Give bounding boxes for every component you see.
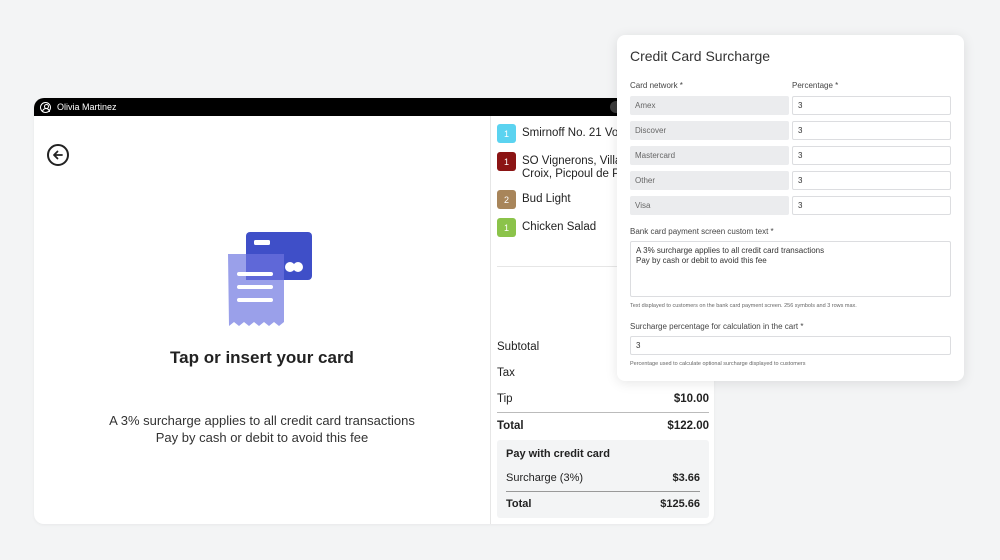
card-total-row: Total $125.66 bbox=[506, 498, 700, 510]
network-name: Visa bbox=[630, 196, 789, 215]
credit-card-surcharge-settings: Credit Card Surcharge Card network * Per… bbox=[617, 35, 964, 381]
surcharge-row-other: Other bbox=[630, 171, 951, 190]
total-row: Total $122.00 bbox=[497, 412, 709, 438]
calc-percentage-label: Surcharge percentage for calculation in … bbox=[630, 322, 804, 331]
percentage-input[interactable] bbox=[792, 121, 951, 140]
tax-label: Tax bbox=[497, 367, 515, 379]
surcharge-row-mastercard: Mastercard bbox=[630, 146, 951, 165]
surcharge-value: $3.66 bbox=[672, 472, 700, 484]
settings-title: Credit Card Surcharge bbox=[630, 48, 771, 64]
percentage-input[interactable] bbox=[792, 96, 951, 115]
percentage-input[interactable] bbox=[792, 171, 951, 190]
surcharge-row-amex: Amex bbox=[630, 96, 951, 115]
custom-text-label: Bank card payment screen custom text * bbox=[630, 227, 774, 236]
percentage-label: Percentage * bbox=[792, 81, 839, 90]
total-label: Total bbox=[497, 419, 524, 432]
custom-text-help: Text displayed to customers on the bank … bbox=[630, 303, 857, 309]
pos-topbar: Olivia Martinez bbox=[34, 98, 714, 116]
receipt-card-icon bbox=[226, 232, 316, 337]
pay-divider bbox=[506, 491, 700, 492]
surcharge-row: Surcharge (3%) $3.66 bbox=[506, 472, 700, 484]
network-name: Amex bbox=[630, 96, 789, 115]
percentage-input[interactable] bbox=[792, 146, 951, 165]
surcharge-label: Surcharge (3%) bbox=[506, 472, 584, 484]
pos-screen: Olivia Martinez Tap or insert your card bbox=[34, 98, 714, 524]
surcharge-row-visa: Visa bbox=[630, 196, 951, 215]
item-name: Chicken Salad bbox=[522, 221, 597, 233]
user-name: Olivia Martinez bbox=[57, 102, 117, 112]
user-icon bbox=[40, 101, 51, 113]
pay-title: Pay with credit card bbox=[506, 448, 610, 460]
subtotal-label: Subtotal bbox=[497, 341, 540, 353]
tip-row: Tip $10.00 bbox=[497, 386, 709, 412]
calc-percentage-input[interactable] bbox=[630, 336, 951, 355]
item-name: SO Vignerons, Villa Croix, Picpoul de Pi bbox=[522, 155, 622, 180]
item-name: Smirnoff No. 21 Vod bbox=[522, 127, 625, 139]
qty-badge: 2 bbox=[497, 190, 516, 209]
pay-with-credit-card-box: Pay with credit card Surcharge (3%) $3.6… bbox=[497, 440, 709, 518]
qty-badge: 1 bbox=[497, 152, 516, 171]
qty-badge: 1 bbox=[497, 124, 516, 143]
total-value: $122.00 bbox=[667, 419, 709, 432]
network-name: Other bbox=[630, 171, 789, 190]
arrow-left-icon bbox=[53, 150, 63, 160]
custom-text-field[interactable]: A 3% surcharge applies to all credit car… bbox=[630, 241, 951, 297]
tip-value: $10.00 bbox=[673, 393, 709, 405]
card-total-label: Total bbox=[506, 498, 532, 510]
tap-card-title: Tap or insert your card bbox=[170, 348, 354, 367]
back-button[interactable] bbox=[47, 144, 69, 166]
qty-badge: 1 bbox=[497, 218, 516, 237]
surcharge-message: A 3% surcharge applies to all credit car… bbox=[109, 413, 415, 445]
card-network-label: Card network * bbox=[630, 81, 683, 90]
network-name: Mastercard bbox=[630, 146, 789, 165]
tip-label: Tip bbox=[497, 393, 513, 405]
item-name: Bud Light bbox=[522, 193, 571, 205]
network-name: Discover bbox=[630, 121, 789, 140]
payment-prompt-pane: Tap or insert your card A 3% surcharge a… bbox=[34, 116, 490, 524]
percentage-input[interactable] bbox=[792, 196, 951, 215]
surcharge-row-discover: Discover bbox=[630, 121, 951, 140]
calc-percentage-help: Percentage used to calculate optional su… bbox=[630, 361, 806, 367]
card-total-value: $125.66 bbox=[660, 498, 700, 510]
